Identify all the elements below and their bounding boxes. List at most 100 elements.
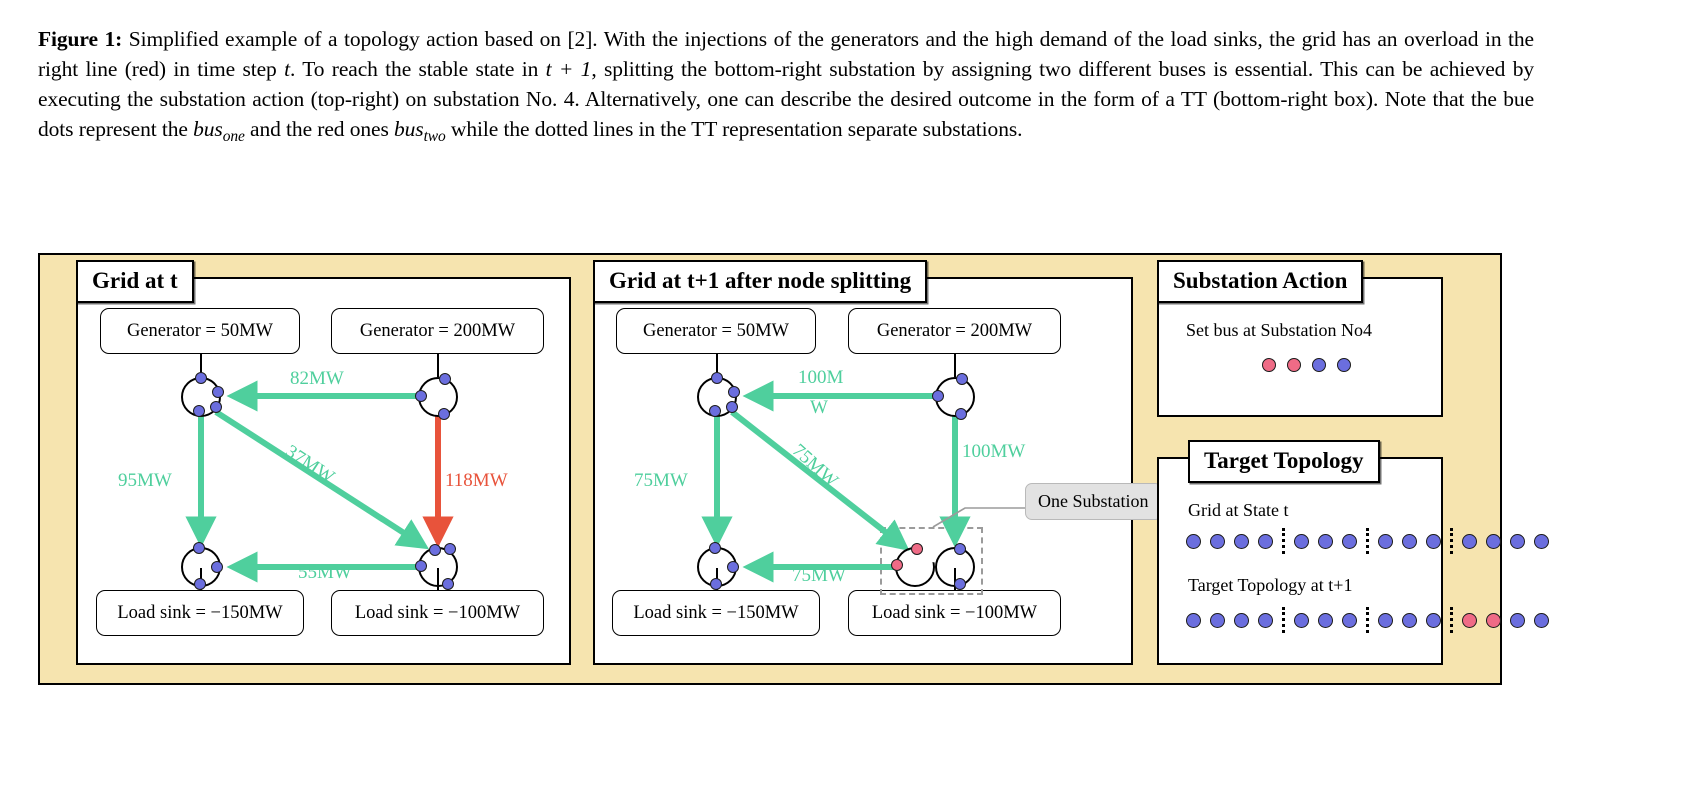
bus-dot-blue bbox=[415, 390, 427, 402]
target-row2-dots bbox=[1186, 607, 1558, 633]
topology-dot-blue bbox=[1486, 533, 1501, 549]
substation-node-4b-bus-one bbox=[935, 543, 975, 590]
flow-label-left-t: 95MW bbox=[118, 470, 172, 491]
topology-dot-blue bbox=[1342, 533, 1357, 549]
topology-dot-blue bbox=[1534, 612, 1549, 628]
stem-gen-right-t1 bbox=[954, 354, 956, 377]
substation-separator bbox=[1450, 528, 1453, 554]
bus-dot-blue bbox=[709, 542, 721, 554]
stem-gen-right-t bbox=[437, 354, 439, 377]
substation-separator bbox=[1366, 607, 1369, 633]
target-topology-panel bbox=[1157, 457, 1443, 665]
caption-bus-one-sub: one bbox=[222, 127, 245, 145]
bus-dot-blue bbox=[954, 543, 966, 555]
bus-dot-blue bbox=[193, 405, 205, 417]
bus-dot-blue bbox=[210, 401, 222, 413]
caption-t-plus-1: t + 1 bbox=[545, 57, 592, 81]
load-left-t: Load sink = −150MW bbox=[96, 590, 304, 636]
topology-dot-blue bbox=[1426, 533, 1441, 549]
topology-dot-blue bbox=[1510, 612, 1525, 628]
flow-label-right-t1: 100MW bbox=[962, 441, 1026, 462]
caption-label: Figure 1: bbox=[38, 27, 123, 51]
topology-dot-blue bbox=[1462, 533, 1477, 549]
action-dot-red bbox=[1287, 358, 1301, 372]
generator-right-t1: Generator = 200MW bbox=[848, 308, 1061, 354]
target-row1-label: Grid at State t bbox=[1188, 500, 1289, 520]
grid-at-t-title: Grid at t bbox=[76, 260, 194, 303]
flow-label-top-t1-a: 100M bbox=[798, 367, 844, 388]
substation-node-1-t1 bbox=[697, 372, 740, 417]
topology-dot-blue bbox=[1210, 533, 1225, 549]
caption-line4: substation action (top-right) on substat… bbox=[159, 87, 1175, 111]
bus-dot-blue bbox=[444, 543, 456, 555]
topology-dot-blue bbox=[1186, 612, 1201, 628]
caption-line5b: and the red ones bbox=[244, 117, 394, 141]
substation-node-3-t1 bbox=[697, 542, 739, 590]
substation-action-text: Set bus at Substation No4 bbox=[1186, 320, 1373, 340]
substation-separator bbox=[1366, 528, 1369, 554]
figure-panel: Grid at t Generator = 50MW Generator = 2… bbox=[38, 253, 1549, 685]
target-topology-title: Target Topology bbox=[1188, 440, 1380, 483]
bus-dot-blue bbox=[415, 560, 427, 572]
target-row2-label: Target Topology at t+1 bbox=[1188, 575, 1353, 595]
bus-dot-blue bbox=[442, 578, 454, 590]
action-dot-blue bbox=[1337, 358, 1351, 372]
topology-dot-blue bbox=[1258, 533, 1273, 549]
topology-dot-blue bbox=[1186, 533, 1201, 549]
substation-node-3-t bbox=[181, 542, 223, 590]
caption-line1: Simplified example of a topology action … bbox=[122, 27, 1034, 51]
bus-dot-red bbox=[911, 543, 923, 555]
substation-action-title: Substation Action bbox=[1157, 260, 1364, 303]
substation-separator bbox=[1282, 528, 1285, 554]
bus-dot-blue bbox=[709, 405, 721, 417]
generator-left-t1: Generator = 50MW bbox=[616, 308, 816, 354]
bus-dot-blue bbox=[710, 578, 722, 590]
bus-dot-blue bbox=[956, 373, 968, 385]
topology-dot-red bbox=[1486, 612, 1501, 628]
topology-dot-blue bbox=[1234, 612, 1249, 628]
caption-bus-two: bus bbox=[394, 117, 424, 141]
topology-dot-blue bbox=[1426, 612, 1441, 628]
bus-dot-blue bbox=[711, 372, 723, 384]
bus-dot-blue bbox=[955, 408, 967, 420]
topology-dot-blue bbox=[1258, 612, 1273, 628]
flow-label-top-t: 82MW bbox=[290, 368, 344, 389]
topology-dot-blue bbox=[1402, 612, 1417, 628]
caption-bus-one: bus bbox=[193, 117, 223, 141]
topology-dot-blue bbox=[1294, 612, 1309, 628]
caption-line2b: . To reach the stable state in bbox=[289, 57, 546, 81]
substation-node-1-t bbox=[181, 372, 224, 417]
one-substation-callout: One Substation bbox=[1025, 483, 1162, 520]
topology-dot-blue bbox=[1318, 533, 1333, 549]
topology-dot-blue bbox=[1294, 533, 1309, 549]
substation-node-2-t1 bbox=[932, 373, 975, 420]
bus-dot-blue bbox=[727, 561, 739, 573]
bus-dot-blue bbox=[954, 578, 966, 590]
topology-dot-blue bbox=[1402, 533, 1417, 549]
bus-dot-blue bbox=[438, 408, 450, 420]
generator-right-t: Generator = 200MW bbox=[331, 308, 544, 354]
substation-node-4-t bbox=[415, 543, 458, 590]
action-dot-red bbox=[1262, 358, 1276, 372]
bus-dot-blue bbox=[211, 561, 223, 573]
flow-label-bottom-t: 55MW bbox=[298, 562, 352, 583]
topology-dot-blue bbox=[1378, 533, 1393, 549]
target-row1-dots bbox=[1186, 528, 1558, 554]
bus-dot-blue bbox=[439, 373, 451, 385]
bus-dot-blue bbox=[194, 578, 206, 590]
substation-separator bbox=[1450, 607, 1453, 633]
flow-label-bottom-t1: 75MW bbox=[792, 565, 846, 586]
caption-line6: TT representation separate substations. bbox=[691, 117, 1023, 141]
flow-label-top-t1-b: W bbox=[810, 397, 828, 418]
topology-dot-blue bbox=[1342, 612, 1357, 628]
bus-dot-blue bbox=[932, 390, 944, 402]
bus-dot-blue bbox=[726, 401, 738, 413]
topology-dot-blue bbox=[1378, 612, 1393, 628]
substation-separator bbox=[1282, 607, 1285, 633]
topology-dot-blue bbox=[1318, 612, 1333, 628]
caption-bus-two-sub: two bbox=[423, 127, 446, 145]
load-right-t: Load sink = −100MW bbox=[331, 590, 544, 636]
bus-dot-blue bbox=[193, 542, 205, 554]
topology-dot-blue bbox=[1210, 612, 1225, 628]
action-dot-blue bbox=[1312, 358, 1326, 372]
